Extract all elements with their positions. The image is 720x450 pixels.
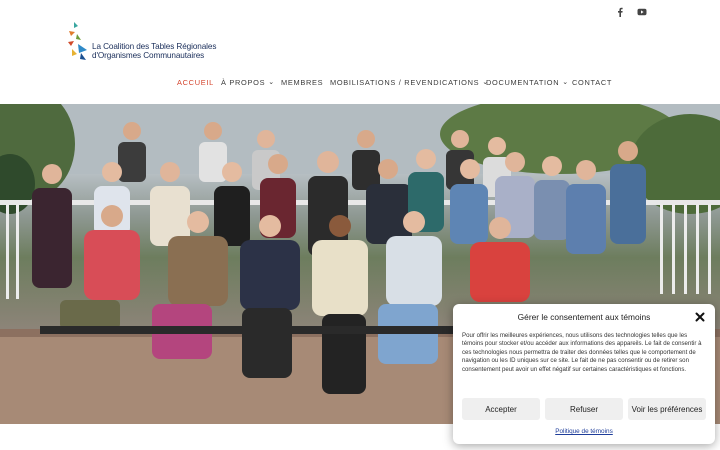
site-logo[interactable]: La Coalition des Tables Régionales d'Org… [66,20,216,62]
nav-item-mobilisations[interactable]: MOBILISATIONS / REVENDICATIONS ⌄ [330,78,489,87]
nav-item-label: ACCUEIL [177,78,214,87]
logo-text: La Coalition des Tables Régionales d'Org… [92,42,216,60]
logo-mark-icon [68,22,87,60]
facebook-icon[interactable] [614,6,626,18]
nav-item-membres[interactable]: MEMBRES [281,78,323,87]
main-navigation: ACCUEIL À PROPOS ⌄ MEMBRES MOBILISATIONS… [0,78,720,92]
chevron-down-icon: ⌄ [562,79,569,86]
nav-item-a-propos[interactable]: À PROPOS ⌄ [221,78,275,87]
cookie-dialog-text: Pour offrir les meilleures expériences, … [462,332,702,373]
nav-item-label: CONTACT [572,78,613,87]
nav-item-label: DOCUMENTATION [486,78,560,87]
nav-item-accueil[interactable]: ACCUEIL [177,78,214,87]
nav-item-contact[interactable]: CONTACT [572,78,612,87]
view-preferences-button[interactable]: Voir les préférences [628,398,706,420]
cookie-policy-link[interactable]: Politique de témoins [453,428,715,435]
nav-item-label: MOBILISATIONS / REVENDICATIONS [330,78,480,87]
accept-button[interactable]: Accepter [462,398,540,420]
nav-item-documentation[interactable]: DOCUMENTATION ⌄ [486,78,569,87]
social-links [614,6,648,18]
logo-line-2: d'Organismes Communautaires [92,51,205,60]
youtube-icon[interactable] [636,6,648,18]
refuse-button[interactable]: Refuser [545,398,623,420]
logo-line-1: La Coalition des Tables Régionales [92,42,217,51]
cookie-consent-dialog: Gérer le consentement aux témoins Pour o… [453,304,715,444]
close-icon[interactable] [694,310,706,322]
chevron-down-icon: ⌄ [268,79,275,86]
nav-item-label: À PROPOS [221,78,266,87]
cookie-dialog-title: Gérer le consentement aux témoins [517,312,651,322]
nav-item-label: MEMBRES [281,78,324,87]
